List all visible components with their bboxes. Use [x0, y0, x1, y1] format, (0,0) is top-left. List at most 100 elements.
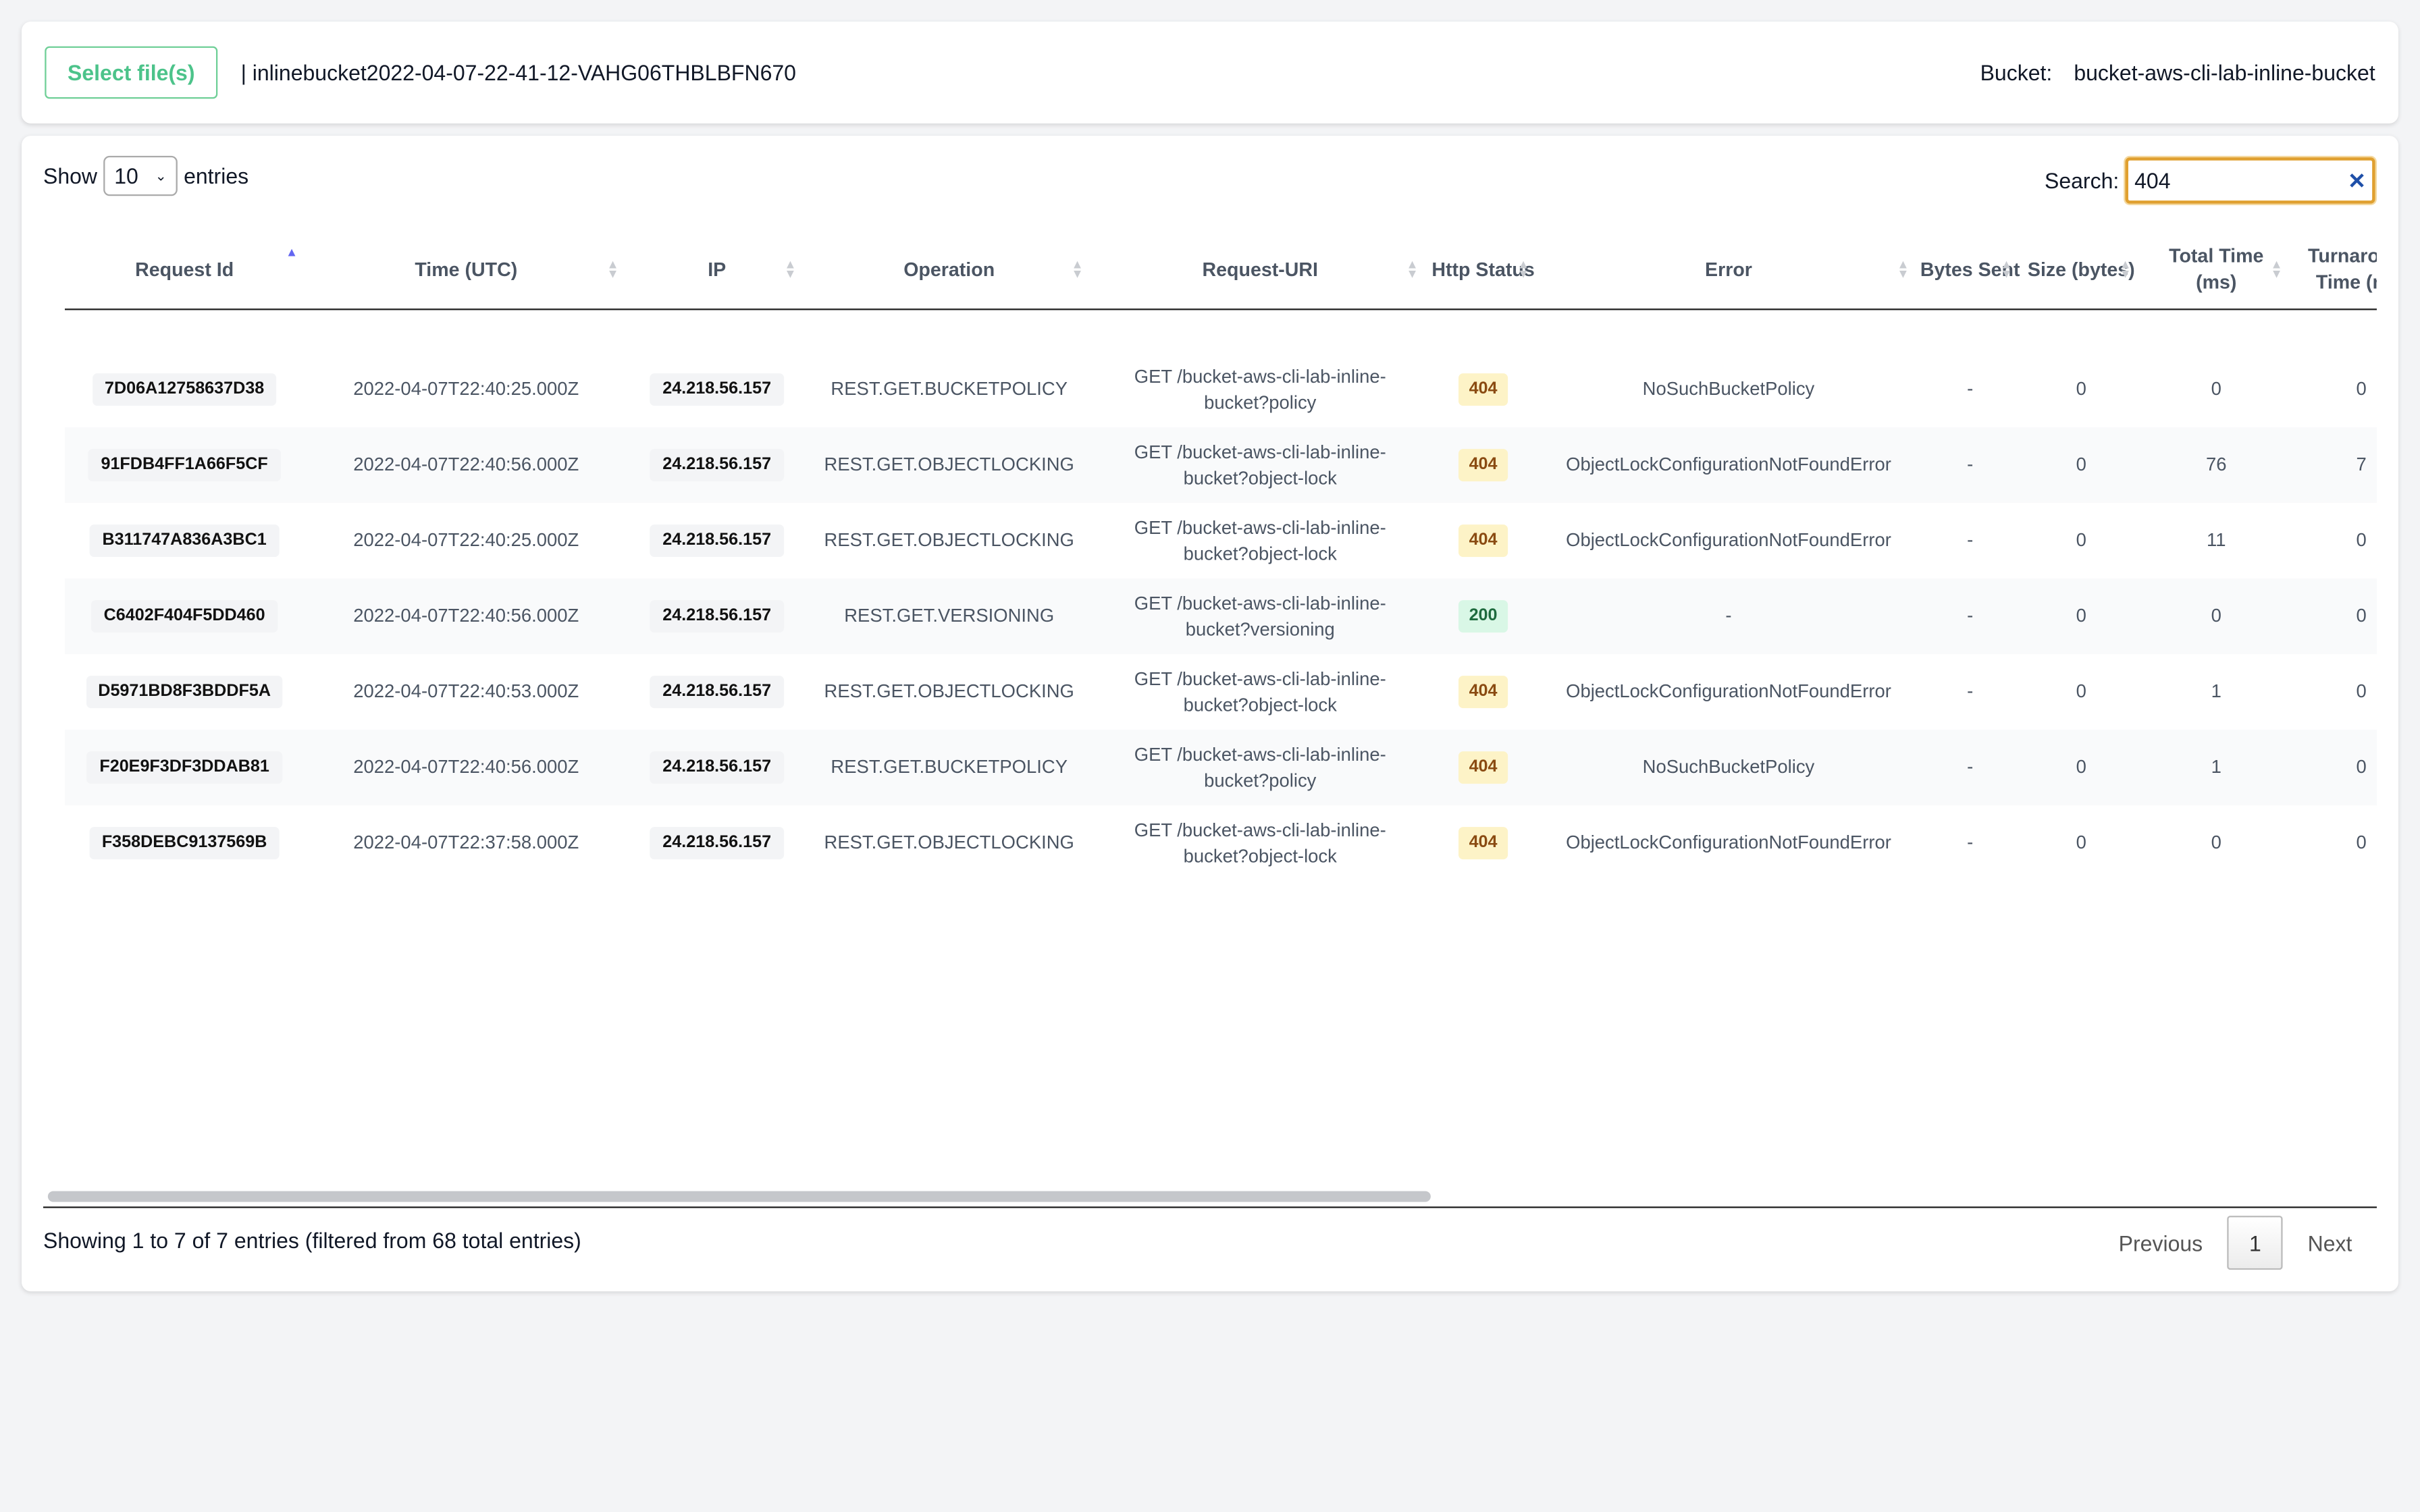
table-cell: -	[1918, 654, 2022, 730]
table-cell: 24.218.56.157	[628, 352, 806, 427]
table-cell: REST.GET.BUCKETPOLICY	[806, 730, 1093, 805]
status-badge: 404	[1458, 827, 1508, 860]
table-cell: 0	[2292, 503, 2377, 578]
table-cell: 1	[2140, 730, 2292, 805]
table-cell: 2022-04-07T22:40:56.000Z	[304, 427, 628, 503]
table-row[interactable]: C6402F404F5DD460 2022-04-07T22:40:56.000Z…	[64, 578, 2377, 655]
log-table-panel: Show 10 ⌄ entries Search: 404 ✕ Request Id…	[21, 136, 2398, 1292]
table-cell: GET /bucket-aws-cli-lab-inline-bucket?ob…	[1093, 503, 1427, 578]
cell-value: -	[1967, 529, 1974, 551]
sort-icon[interactable]: ▲ ▼	[784, 259, 796, 280]
table-cell: 0	[2292, 578, 2377, 654]
cell-value: 0	[2211, 377, 2221, 400]
request-uri: GET /bucket-aws-cli-lab-inline-bucket?ob…	[1134, 667, 1386, 716]
table-cell: ObjectLockConfigurationNotFoundError	[1539, 503, 1918, 578]
sort-icon[interactable]: ▲ ▼	[606, 259, 619, 280]
ip-badge: 24.218.56.157	[650, 449, 784, 482]
horizontal-scrollbar[interactable]	[43, 1185, 2377, 1208]
cell-value: 1	[2211, 755, 2221, 778]
table-cell: NoSuchBucketPolicy	[1539, 730, 1918, 805]
column-header-label: Turnaround Time (ms)	[2308, 245, 2377, 294]
cell-value: REST.GET.OBJECTLOCKING	[824, 831, 1074, 853]
chevron-down-icon: ⌄	[155, 167, 167, 183]
cell-value: 1	[2211, 680, 2221, 702]
table-row[interactable]: F20E9F3DF3DDAB81 2022-04-07T22:40:56.000Z…	[64, 730, 2377, 806]
sort-icon[interactable]: ▲ ▼	[2270, 259, 2282, 280]
cell-value: 0	[2356, 831, 2367, 853]
sort-icon[interactable]: ▲ ▼	[1071, 259, 1083, 280]
ip-badge: 24.218.56.157	[650, 827, 784, 860]
table-cell: 7D06A12758637D38	[65, 352, 304, 427]
table-cell: REST.GET.BUCKETPOLICY	[806, 352, 1093, 427]
sort-icon[interactable]: ▲ ▼	[1897, 259, 1909, 280]
sort-icon[interactable]: ▲ ▼	[2119, 259, 2131, 280]
table-row[interactable]: 7D06A12758637D38 2022-04-07T22:40:25.000Z…	[65, 352, 2377, 427]
column-header[interactable]: Request-URI ▲ ▼	[1093, 232, 1427, 308]
entries-select[interactable]: 10 ⌄	[103, 155, 178, 196]
status-badge: 404	[1458, 524, 1508, 558]
cell-value: -	[1967, 453, 1974, 475]
table-row[interactable]: 91FDB4FF1A66F5CF 2022-04-07T22:40:56.000Z…	[64, 427, 2377, 504]
sort-ascending-icon[interactable]: ▲▼	[286, 246, 298, 267]
cell-value: 2022-04-07T22:40:56.000Z	[353, 604, 579, 626]
cell-value: 0	[2356, 604, 2367, 626]
column-header[interactable]: Total Time (ms) ▲ ▼	[2140, 232, 2292, 308]
column-header-label: IP	[708, 258, 727, 280]
table-cell: -	[1918, 352, 2022, 427]
table-cell: 24.218.56.157	[628, 730, 806, 805]
column-header[interactable]: Request Id ▲▼	[65, 232, 304, 308]
sort-icon[interactable]: ▲ ▼	[1517, 259, 1529, 280]
ip-badge: 24.218.56.157	[650, 751, 784, 784]
column-header[interactable]: Http Status ▲ ▼	[1427, 232, 1539, 308]
table-row[interactable]: F358DEBC9137569B 2022-04-07T22:37:58.000Z…	[65, 805, 2377, 881]
table-cell: F358DEBC9137569B	[65, 805, 304, 881]
column-header[interactable]: IP ▲ ▼	[628, 232, 806, 308]
table-cell: 24.218.56.157	[628, 503, 806, 578]
table-cell: 0	[2022, 654, 2140, 730]
cell-value: 0	[2076, 755, 2086, 778]
request-id-badge: B311747A836A3BC1	[90, 524, 280, 558]
table-row[interactable]: B311747A836A3BC1 2022-04-07T22:40:25.000Z…	[65, 503, 2377, 578]
status-badge: 404	[1458, 751, 1508, 784]
column-header-label: Request-URI	[1202, 258, 1318, 280]
sort-icon[interactable]: ▲ ▼	[1406, 259, 1418, 280]
table-cell: 404	[1427, 503, 1539, 578]
table-cell: 0	[2022, 427, 2140, 503]
previous-page-button[interactable]: Previous	[2094, 1231, 2228, 1256]
column-header[interactable]: Size (bytes) ▲ ▼	[2022, 232, 2140, 308]
cell-value: 76	[2205, 453, 2227, 475]
table-cell: 200	[1427, 578, 1539, 654]
bucket-label: Bucket:	[1980, 60, 2053, 85]
table-cell: REST.GET.VERSIONING	[806, 578, 1093, 654]
table-cell: 0	[2022, 503, 2140, 578]
table-header: Request Id▲▼Time (UTC)▲▼IP▲▼Operation▲▼R…	[64, 232, 2377, 310]
table-row[interactable]: D5971BD8F3BDDF5A 2022-04-07T22:40:53.000Z…	[65, 654, 2377, 730]
scrollbar-thumb[interactable]	[47, 1191, 1431, 1202]
request-id-badge: F358DEBC9137569B	[89, 827, 280, 860]
column-header[interactable]: Bytes Sent ▲ ▼	[1918, 232, 2022, 308]
cell-value: -	[1725, 604, 1732, 626]
table-cell: 404	[1427, 654, 1539, 730]
page-1-button[interactable]: 1	[2227, 1216, 2284, 1270]
cell-value: 2022-04-07T22:40:56.000Z	[353, 453, 579, 475]
clear-search-icon[interactable]: ✕	[2348, 167, 2366, 194]
table-cell: -	[1539, 578, 1918, 654]
sort-icon[interactable]: ▲ ▼	[2000, 259, 2012, 280]
log-table: Request Id▲▼Time (UTC)▲▼IP▲▼Operation▲▼R…	[64, 213, 2377, 1185]
search-input[interactable]: 404 ✕	[2125, 157, 2375, 204]
cell-value: 0	[2211, 831, 2221, 853]
column-header[interactable]: Operation ▲ ▼	[806, 232, 1093, 308]
request-uri: GET /bucket-aws-cli-lab-inline-bucket?ob…	[1134, 818, 1386, 867]
column-header[interactable]: Time (UTC) ▲ ▼	[304, 232, 628, 308]
next-page-button[interactable]: Next	[2283, 1231, 2377, 1256]
cell-value: 0	[2076, 453, 2086, 475]
table-cell: 0	[2292, 654, 2377, 730]
cell-value: REST.GET.VERSIONING	[844, 604, 1055, 626]
table-cell: GET /bucket-aws-cli-lab-inline-bucket?po…	[1093, 730, 1427, 805]
cell-value: 11	[2207, 529, 2226, 551]
column-header[interactable]: Turnaround Time (ms)▲▼	[2292, 232, 2377, 308]
status-badge: 404	[1458, 449, 1508, 482]
column-header[interactable]: Error ▲ ▼	[1539, 232, 1918, 308]
cell-value: 2022-04-07T22:37:58.000Z	[353, 831, 579, 853]
select-files-button[interactable]: Select file(s)	[45, 46, 218, 99]
